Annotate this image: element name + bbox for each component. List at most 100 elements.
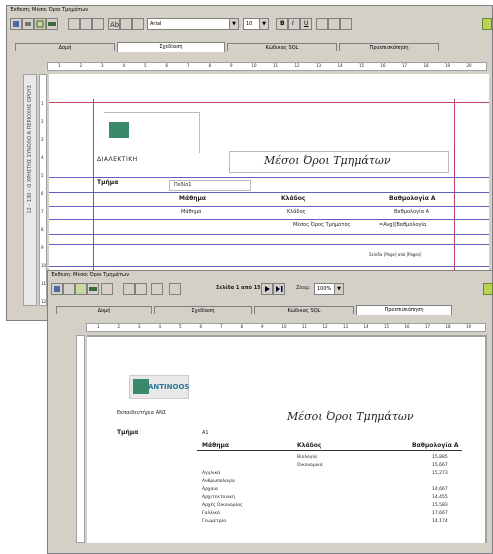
font-size-combo[interactable]: 10 ▼ [243,18,269,30]
preview-page: ANTINOOS Εκπαιδευτήρια ΑΝΣ Μέσοι Όροι Τμ… [87,337,485,543]
row-mathima[interactable]: Μάθημα [181,209,201,215]
ruler-mark: 13 [316,63,322,68]
row-cell-v: 15,885 [432,455,448,460]
window-title: Έκθεση: Μέσοι Όροι Τμημάτων [10,7,89,13]
col-header-kladi: Κλάδος [297,442,322,449]
align-right-icon[interactable] [340,18,352,30]
print-icon[interactable] [63,283,75,295]
view-icon[interactable] [87,283,99,295]
vertical-ruler: 12 - 130 - Ο ΧΡΗΣΤΗΣ ΣΥΝΟΛΟ Α ΠΕΡΙΟΧΗΣ Ο… [23,74,37,306]
ruler-mark: 8 [240,324,244,329]
tab-design[interactable]: Σχεδίαση [154,306,252,314]
close-preview-icon[interactable] [169,283,181,295]
save-icon[interactable] [10,18,22,30]
help-icon[interactable] [483,283,493,295]
vruler-text: 12 - 130 - Ο ΧΡΗΣΤΗΣ ΣΥΝΟΛΟ Α ΠΕΡΙΟΧΗΣ Ο… [27,85,33,214]
export-icon[interactable] [151,283,163,295]
row-cell-v: 14,174 [432,519,448,524]
tab-structure[interactable]: Δομή [56,306,152,314]
company-name: Εκπαιδευτήρια ΑΝΣ [117,410,167,416]
tab-sql[interactable]: Κώδικας SQL [254,306,354,314]
preview-icon[interactable] [34,18,46,30]
next-page-button[interactable] [261,283,273,295]
ruler-mark: 20 [466,63,472,68]
section-line [49,244,489,245]
tab-structure[interactable]: Δομή [15,43,115,51]
chevron-down-icon[interactable]: ▼ [334,284,343,294]
redo-icon[interactable] [80,18,92,30]
row-cell-k: Οικονομικά [297,463,323,468]
tab-sql[interactable]: Κώδικας SQL [227,43,337,51]
section-line [49,219,489,220]
ruler-mark: 14 [337,63,343,68]
bold-button[interactable]: B [276,18,288,30]
ruler-mark: 9 [261,324,264,329]
report-preview-window: Έκθεση: Μέσοι Όροι Τμημάτων Σελίδα 1 από… [47,270,493,554]
tmima-field[interactable]: Πεδίο1 [169,180,251,191]
ruler-mark: 18 [445,324,451,329]
ruler-mark: 14 [363,324,369,329]
preview-icon[interactable] [75,283,87,295]
ruler-mark: 8 [208,63,212,68]
align-left-icon[interactable] [316,18,328,30]
ruler-mark: 19 [445,63,451,68]
row-vathmos[interactable]: Βαθμολογία Α [394,209,429,215]
tmima-field-text: Πεδίο1 [174,182,192,188]
last-page-button[interactable] [273,283,285,295]
align-center-icon[interactable] [328,18,340,30]
row-cell-m: Γεωμετρία [202,519,227,524]
row-cell-v: 14,667 [432,487,448,492]
tab-design[interactable]: Σχεδίαση [117,42,225,52]
footer-label: Μέσος Όρος Τμήματος [293,222,351,228]
ruler-mark: 3 [138,324,141,329]
toolbox-icon[interactable] [132,18,144,30]
ruler-mark: 15 [384,324,390,329]
tab-preview[interactable]: Προεπισκόπηση [356,305,452,315]
row-cell-m: Ανθρωπολογία [202,479,236,484]
logo-image [109,122,129,138]
footer-value[interactable]: =Avg([Βαθμολογία [379,222,426,228]
row-cell-v: 15,273 [432,471,448,476]
print-icon[interactable] [22,18,34,30]
col-header-mathima: Μάθημα [179,195,207,202]
vruler-mark: 6 [41,191,44,196]
one-page-icon[interactable] [123,283,135,295]
tab-preview[interactable]: Προεπισκόπηση [339,43,439,51]
chevron-down-icon[interactable]: ▼ [229,19,238,29]
ruler-mark: 17 [425,324,431,329]
page-footer: Σελίδα [Page] από [Pages] [369,252,422,257]
ruler-mark: 18 [423,63,429,68]
ruler-mark: 6 [165,63,169,68]
row-kladi[interactable]: Κλάδος [287,209,306,215]
svg-text:Ab: Ab [110,21,119,29]
ruler-mark: 16 [380,63,386,68]
ruler-mark: 4 [122,63,126,68]
mail-icon[interactable] [101,283,113,295]
italic-button[interactable]: I [288,18,300,30]
vruler-mark: 7 [41,209,44,214]
zoom-combo[interactable]: 100% ▼ [314,283,344,295]
ruler-mark: 19 [466,324,472,329]
row-cell-v: 14,455 [432,495,448,500]
col-header-kladi: Κλάδος [281,195,306,202]
grid-icon[interactable] [92,18,104,30]
design-toolbar: Ab Arial ▼ 10 ▼ B I U [10,17,492,33]
undo-icon[interactable] [68,18,80,30]
font-name-combo[interactable]: Arial ▼ [147,18,239,30]
vruler-mark: 8 [41,227,44,232]
horizontal-ruler: 1 2 3 4 5 6 7 8 9 10 11 12 13 14 15 16 17 18 19 [86,323,486,332]
two-pages-icon[interactable] [135,283,147,295]
view-tabs: Δομή Σχεδίαση Κώδικας SQL Προεπισκόπηση [56,305,486,315]
header-top-line [49,102,489,103]
align-icon[interactable]: Ab [108,18,120,30]
ruler-mark: 6 [199,324,203,329]
field-list-icon[interactable] [120,18,132,30]
view-icon[interactable] [46,18,58,30]
ruler-mark: 12 [322,324,328,329]
row-cell-m: Αρχιτεκτονική [202,495,235,500]
underline-button[interactable]: U [300,18,312,30]
save-icon[interactable] [51,283,63,295]
chevron-down-icon[interactable]: ▼ [259,19,268,29]
help-icon[interactable] [482,18,492,30]
row-cell-v: 15,667 [432,463,448,468]
